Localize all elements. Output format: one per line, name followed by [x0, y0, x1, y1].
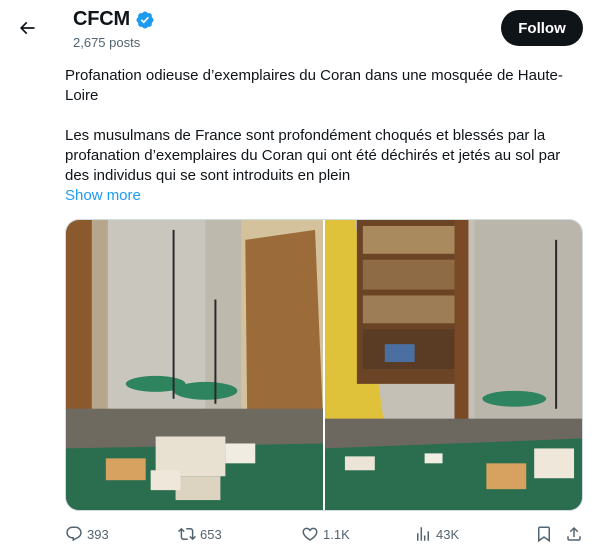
verified-badge-icon — [135, 10, 155, 30]
post-text: Profanation odieuse d’exemplaires du Cor… — [65, 66, 581, 186]
posts-count: 2,675 posts — [73, 35, 141, 50]
bookmark-button[interactable] — [535, 520, 553, 548]
repost-button[interactable]: 653 — [178, 520, 222, 548]
reply-count: 393 — [87, 526, 109, 542]
like-button[interactable]: 1.1K — [301, 520, 350, 548]
share-icon — [567, 526, 581, 541]
post-paragraph: Les musulmans de France sont profondémen… — [65, 127, 561, 184]
like-icon — [302, 527, 318, 541]
views-icon — [417, 527, 429, 541]
post-paragraph: Profanation odieuse d’exemplaires du Cor… — [65, 67, 563, 104]
views-button[interactable]: 43K — [414, 520, 459, 548]
media-gallery — [65, 219, 583, 511]
share-button[interactable] — [565, 520, 583, 548]
reply-button[interactable]: 393 — [65, 520, 109, 548]
back-arrow-icon — [19, 21, 35, 35]
show-more-link[interactable]: Show more — [65, 187, 141, 204]
repost-icon — [178, 527, 196, 541]
action-bar: 393 653 1.1K 43K — [65, 520, 583, 548]
post-photo-right[interactable] — [325, 220, 582, 510]
reply-icon — [66, 526, 82, 542]
like-count: 1.1K — [323, 526, 350, 542]
views-count: 43K — [436, 526, 460, 542]
account-name-row: CFCM — [73, 8, 155, 31]
repost-count: 653 — [200, 526, 222, 542]
bookmark-icon — [538, 526, 550, 543]
account-name[interactable]: CFCM — [73, 8, 130, 31]
post-photo-left[interactable] — [66, 220, 323, 510]
follow-button[interactable]: Follow — [501, 10, 583, 46]
back-button[interactable] — [10, 11, 44, 45]
profile-header: CFCM 2,675 posts Follow — [0, 0, 597, 58]
